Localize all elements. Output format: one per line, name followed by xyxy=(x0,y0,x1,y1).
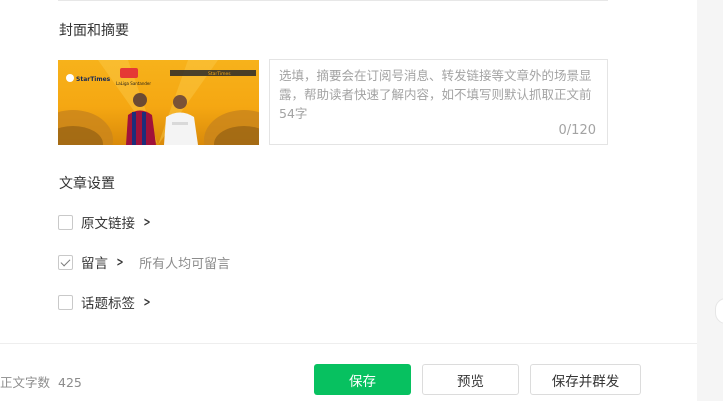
comments-checkbox[interactable] xyxy=(58,254,73,270)
laliga-logo-icon xyxy=(120,68,138,78)
original-link-checkbox[interactable] xyxy=(58,214,73,230)
cover-image[interactable]: StarTimes LaLiga Santander StarTimes xyxy=(58,60,259,145)
save-and-publish-button[interactable]: 保存并群发 xyxy=(530,364,641,395)
cover-brand-right: StarTimes xyxy=(208,71,231,77)
chevron-right-icon[interactable]: > xyxy=(144,295,151,309)
digest-textarea[interactable]: 选填，摘要会在订阅号消息、转发链接等文章外的场景显露，帮助读者快速了解内容，如不… xyxy=(269,59,608,145)
save-button[interactable]: 保存 xyxy=(314,364,411,395)
word-count: 正文字数 425 xyxy=(0,372,82,391)
footer-divider xyxy=(0,343,697,344)
option-original-link[interactable]: 原文链接 > xyxy=(58,212,152,232)
digest-placeholder: 选填，摘要会在订阅号消息、转发链接等文章外的场景显露，帮助读者快速了解内容，如不… xyxy=(279,68,592,121)
right-gutter xyxy=(697,0,723,401)
startimes-logo-icon xyxy=(66,74,74,82)
option-topic-tags[interactable]: 话题标签 > xyxy=(58,292,152,312)
top-divider xyxy=(58,0,608,1)
cover-section-title: 封面和摘要 xyxy=(59,23,129,39)
preview-button[interactable]: 预览 xyxy=(422,364,519,395)
cover-artwork: StarTimes LaLiga Santander StarTimes xyxy=(58,60,259,145)
comments-label[interactable]: 留言 xyxy=(81,252,108,272)
word-count-label: 正文字数 xyxy=(0,375,51,390)
topic-tags-label[interactable]: 话题标签 xyxy=(81,292,135,312)
cover-brand-league: LaLiga Santander xyxy=(116,81,151,86)
cover-brand-left: StarTimes xyxy=(76,76,111,83)
comments-hint: 所有人均可留言 xyxy=(139,256,231,272)
digest-char-counter: 0/120 xyxy=(558,123,596,138)
chevron-right-icon[interactable]: > xyxy=(144,215,151,229)
chevron-right-icon[interactable]: > xyxy=(117,255,124,269)
option-comments[interactable]: 留言 > 所有人均可留言 xyxy=(58,252,231,272)
settings-section-title: 文章设置 xyxy=(59,176,115,192)
word-count-value: 425 xyxy=(58,375,82,390)
topic-tags-checkbox[interactable] xyxy=(58,294,73,310)
original-link-label[interactable]: 原文链接 xyxy=(81,212,135,232)
